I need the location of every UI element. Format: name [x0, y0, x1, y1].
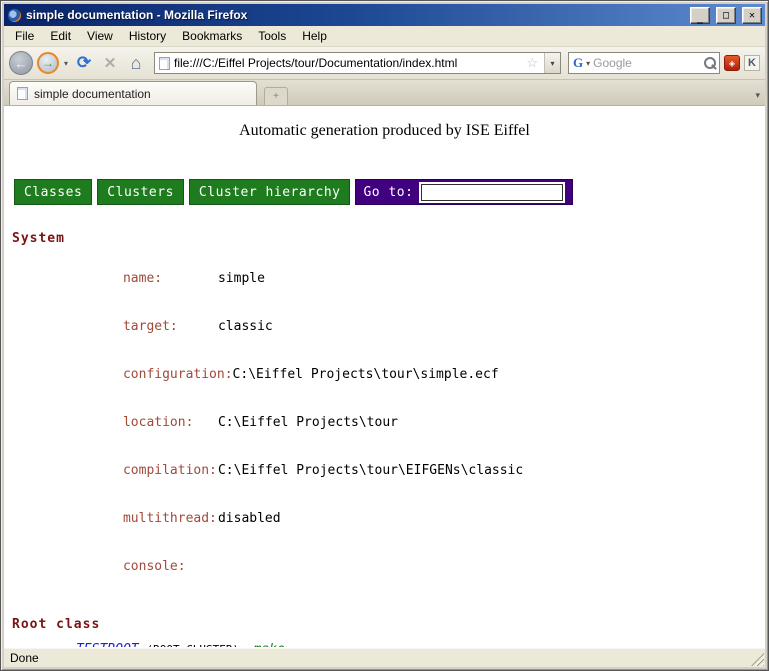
- list-all-tabs-icon[interactable]: [755, 90, 760, 101]
- system-value: classic: [218, 319, 273, 334]
- system-row: multithread:disabled: [76, 495, 765, 543]
- search-engine-dropdown-icon[interactable]: [585, 59, 591, 68]
- status-bar: Done: [4, 647, 765, 667]
- goto-bar: Go to:: [355, 179, 573, 205]
- system-heading: System: [12, 231, 765, 246]
- system-key: name:: [123, 271, 218, 287]
- google-logo-icon: G: [573, 55, 583, 71]
- menu-view[interactable]: View: [79, 27, 121, 46]
- url-bar[interactable]: [154, 52, 561, 74]
- page-content: Automatic generation produced by ISE Eif…: [4, 106, 765, 647]
- back-icon[interactable]: [9, 51, 33, 75]
- bookmark-star-icon[interactable]: [524, 55, 540, 71]
- extension-red-icon[interactable]: [724, 55, 740, 71]
- doc-navbar-top: Classes Clusters Cluster hierarchy Go to…: [14, 179, 765, 205]
- search-input[interactable]: [593, 56, 701, 70]
- firefox-icon: [7, 8, 22, 23]
- system-row: console:: [76, 543, 765, 591]
- url-history-dropdown-icon[interactable]: [544, 53, 560, 73]
- minimize-button[interactable]: _: [690, 7, 710, 24]
- tab-label: simple documentation: [34, 87, 151, 101]
- clusters-button[interactable]: Clusters: [97, 179, 184, 205]
- window-title: simple documentation - Mozilla Firefox: [26, 8, 684, 22]
- system-row: configuration:C:\Eiffel Projects\tour\si…: [76, 351, 765, 399]
- extension-k-icon[interactable]: K: [744, 55, 760, 71]
- resize-grip[interactable]: [751, 653, 764, 666]
- system-value: C:\Eiffel Projects\tour\simple.ecf: [233, 367, 499, 382]
- system-value: C:\Eiffel Projects\tour: [218, 415, 398, 430]
- tab-page-icon: [17, 87, 28, 100]
- refresh-icon[interactable]: [73, 52, 95, 74]
- system-row: name:simple: [76, 255, 765, 303]
- menu-history[interactable]: History: [121, 27, 174, 46]
- maximize-button[interactable]: □: [716, 7, 736, 24]
- system-value: simple: [218, 271, 265, 286]
- system-row: target:classic: [76, 303, 765, 351]
- search-bar[interactable]: G: [568, 52, 720, 74]
- menu-edit[interactable]: Edit: [42, 27, 79, 46]
- url-input[interactable]: [174, 56, 520, 70]
- forward-icon[interactable]: [37, 52, 59, 74]
- search-magnifier-icon[interactable]: [703, 56, 717, 70]
- menu-bookmarks[interactable]: Bookmarks: [174, 27, 250, 46]
- status-text: Done: [10, 651, 39, 665]
- title-bar[interactable]: simple documentation - Mozilla Firefox _…: [4, 4, 765, 26]
- system-key: multithread:: [123, 511, 218, 527]
- page-title: Automatic generation produced by ISE Eif…: [4, 122, 765, 140]
- stop-icon[interactable]: [99, 52, 121, 74]
- back-forward-dropdown-icon[interactable]: [63, 59, 69, 68]
- cluster-hierarchy-button[interactable]: Cluster hierarchy: [189, 179, 351, 205]
- root-class-heading: Root class: [12, 617, 765, 632]
- system-row: compilation:C:\Eiffel Projects\tour\EIFG…: [76, 447, 765, 495]
- new-tab-button[interactable]: [264, 87, 288, 105]
- menu-bar: File Edit View History Bookmarks Tools H…: [4, 26, 765, 47]
- home-icon[interactable]: [125, 52, 147, 74]
- menu-file[interactable]: File: [7, 27, 42, 46]
- system-key: compilation:: [123, 463, 218, 479]
- system-key: target:: [123, 319, 218, 335]
- goto-input[interactable]: [421, 184, 563, 201]
- tab-bar: simple documentation: [4, 80, 765, 106]
- system-key: configuration:: [123, 367, 233, 383]
- system-value: disabled: [218, 511, 281, 526]
- close-button[interactable]: ✕: [742, 7, 762, 24]
- browser-window: simple documentation - Mozilla Firefox _…: [0, 0, 769, 671]
- system-row: location:C:\Eiffel Projects\tour: [76, 399, 765, 447]
- system-key: console:: [123, 559, 218, 575]
- system-value: C:\Eiffel Projects\tour\EIFGENs\classic: [218, 463, 523, 478]
- goto-label: Go to:: [363, 185, 413, 200]
- system-key: location:: [123, 415, 218, 431]
- menu-help[interactable]: Help: [294, 27, 335, 46]
- menu-tools[interactable]: Tools: [250, 27, 294, 46]
- classes-button[interactable]: Classes: [14, 179, 92, 205]
- tab-simple-documentation[interactable]: simple documentation: [9, 81, 257, 105]
- navigation-toolbar: G K: [4, 47, 765, 80]
- page-icon: [159, 57, 170, 70]
